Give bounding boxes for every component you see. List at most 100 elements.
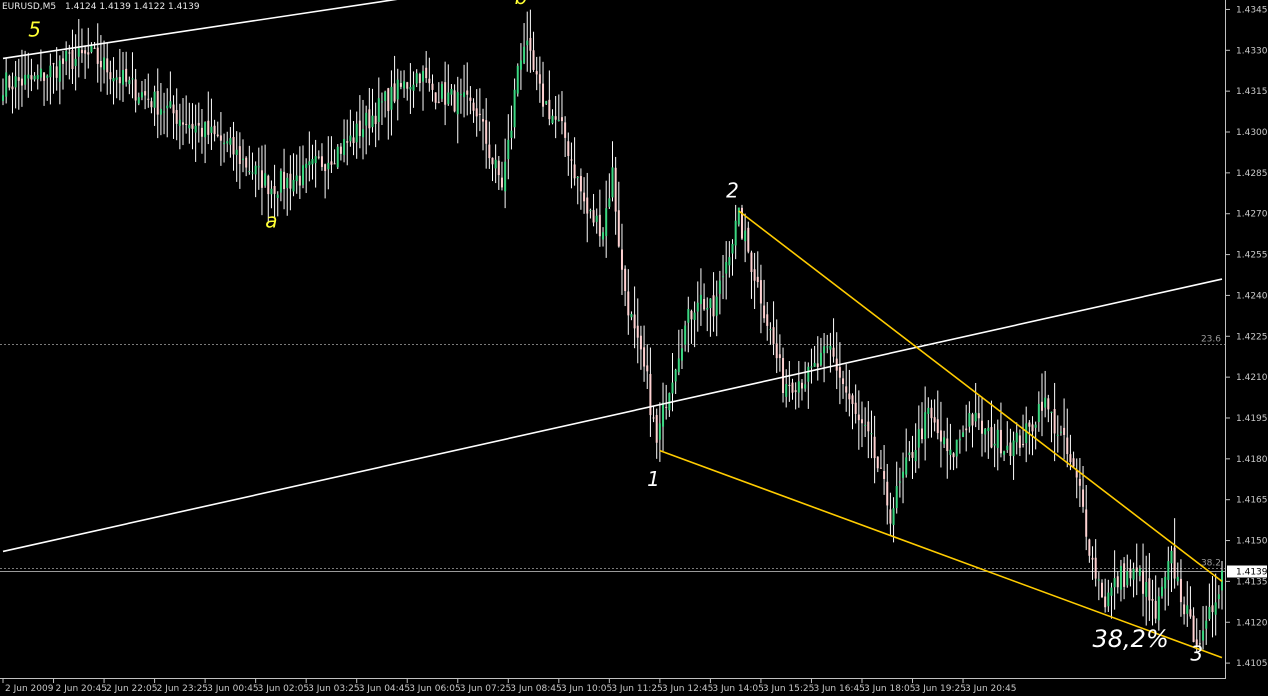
candle-body [84, 50, 87, 54]
price-tick-label: 1.4255 [1236, 251, 1268, 261]
candle-body [908, 452, 911, 455]
candle-body [725, 262, 728, 274]
candle-body [516, 65, 519, 94]
bid-price-tag: 1.4139 [1227, 565, 1268, 578]
candle-body [68, 52, 71, 54]
candle-body [93, 47, 96, 49]
candle-body [52, 63, 55, 65]
candle-body [829, 345, 832, 350]
candle-body [772, 327, 775, 344]
candle-body [1003, 451, 1006, 455]
candle-body [1094, 557, 1097, 579]
candle-body [112, 78, 115, 82]
candle-body [466, 90, 469, 95]
candle-body [788, 384, 791, 386]
candle-body [371, 115, 374, 128]
candle-body [150, 101, 153, 108]
candle-body [77, 48, 80, 57]
candle-body [327, 162, 330, 170]
candle-body [1129, 568, 1132, 579]
candle-body [1009, 442, 1012, 456]
candle-body [952, 453, 955, 458]
time-tick-label: 2 Jun 22:05 [106, 684, 157, 694]
candle-body [166, 105, 169, 109]
candle-body [169, 101, 172, 108]
candle-body [1192, 615, 1195, 642]
candle-body [270, 188, 273, 195]
candle-body [1031, 424, 1034, 432]
candle-body [1088, 539, 1091, 556]
candle-body [639, 335, 642, 350]
time-tick-label: 3 Jun 16:45 [813, 684, 864, 694]
candle-body [662, 402, 665, 427]
candle-body [393, 83, 396, 102]
time-tick-label: 3 Jun 03:25 [308, 684, 359, 694]
candle-body [500, 177, 503, 188]
candle-body [573, 164, 576, 179]
candle-body [1053, 409, 1056, 434]
candle-body [1091, 557, 1094, 560]
candle-body [519, 60, 522, 70]
candle-body [1107, 592, 1110, 607]
candle-body [302, 165, 305, 186]
candle-body [99, 60, 102, 68]
candle-body [1157, 596, 1160, 621]
candle-body [677, 358, 680, 373]
candle-body [614, 167, 617, 212]
wave-label-3: 3 [1190, 641, 1203, 665]
candle-body [848, 393, 851, 400]
candle-body [949, 449, 952, 455]
candle-body [1170, 550, 1173, 564]
candle-body [791, 382, 794, 393]
candle-body [589, 210, 592, 212]
candle-body [1063, 427, 1066, 435]
candle-body [504, 161, 507, 192]
candle-body [390, 86, 393, 110]
candle-body [712, 295, 715, 317]
candle-body [74, 58, 77, 67]
candle-body [264, 173, 267, 186]
candle-body [542, 83, 545, 107]
candle-body [226, 141, 229, 144]
candle-body [33, 75, 36, 80]
candle-body [671, 382, 674, 394]
candle-body [295, 175, 298, 182]
candle-body [763, 305, 766, 319]
candle-body [706, 307, 709, 310]
price-tick-label: 1.4135 [1236, 577, 1268, 587]
symbol-label: EURUSD,M5 [2, 2, 56, 12]
candle-body [680, 348, 683, 361]
candle-body [368, 109, 371, 129]
candle-body [200, 127, 203, 137]
candle-body [257, 166, 260, 168]
candle-body [283, 171, 286, 189]
candle-body [1028, 422, 1031, 427]
candle-body [204, 122, 207, 138]
candle-body [106, 58, 109, 73]
candle-body [620, 249, 623, 270]
candle-body [643, 347, 646, 367]
price-tick-label: 1.4120 [1236, 618, 1268, 628]
candle-body [478, 113, 481, 115]
candle-body [305, 163, 308, 168]
candle-body [756, 276, 759, 283]
candle-body [491, 157, 494, 165]
candle-body [1022, 443, 1025, 445]
candle-body [804, 384, 807, 389]
candle-body [649, 373, 652, 416]
candle-body [1066, 437, 1069, 455]
candle-body [245, 157, 248, 168]
candle-body [1123, 563, 1126, 587]
time-tick-label: 3 Jun 15:25 [763, 684, 814, 694]
candle-body [608, 198, 611, 207]
candle-body [946, 438, 949, 452]
candle-body [876, 456, 879, 469]
candle-body [974, 412, 977, 422]
candle-body [1132, 568, 1135, 580]
candle-body [1148, 578, 1151, 601]
time-tick-label: 3 Jun 10:05 [561, 684, 612, 694]
price-chart[interactable]: 23.638.2 5ab12338,2% 1.43451.43301.43151… [0, 0, 1268, 696]
candle-body [1142, 570, 1145, 594]
candle-body [1211, 605, 1214, 613]
time-tick-label: 3 Jun 11:25 [611, 684, 662, 694]
